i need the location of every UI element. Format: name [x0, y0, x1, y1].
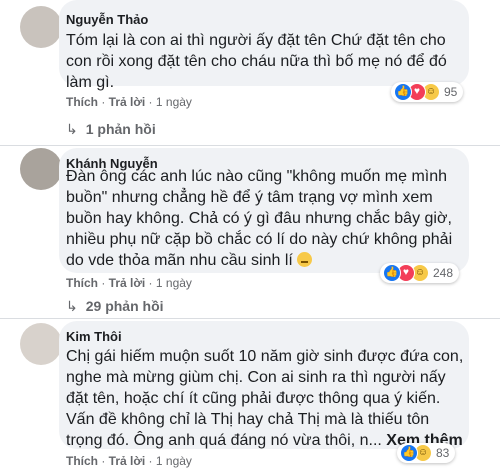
like-link[interactable]: Thích: [66, 276, 98, 290]
reaction-count: 248: [433, 266, 454, 280]
replies-label: 29 phản hồi: [85, 298, 164, 314]
comment-text: Chị gái hiếm muộn suốt 10 năm giờ sinh đ…: [66, 346, 466, 451]
comment-line: buồn" nhưng chẳng hề để ý tâm trạng vợ m…: [66, 189, 433, 206]
comment-3: Kim Thôi Chị gái hiếm muộn suốt 10 năm g…: [0, 319, 500, 468]
comment-line: trọng đó. Ông anh quá đáng nó vừa thôi, …: [66, 432, 382, 449]
view-replies-link[interactable]: ↳ 29 phản hồi: [66, 298, 164, 315]
reaction-summary[interactable]: 👍 ♥ ☺ 95: [391, 82, 464, 102]
avatar[interactable]: [20, 148, 62, 190]
reaction-summary[interactable]: 👍 ☺ 83: [397, 443, 456, 463]
reply-arrow-icon: ↳: [66, 298, 78, 314]
comment-line: Tóm lại là con ai thì người ấy đặt tên C…: [66, 32, 446, 49]
comment-line: Đàn ông các anh lúc nào cũng "không muốn…: [66, 168, 448, 185]
comment-actions: Thích · Trả lời · 1 ngày: [66, 276, 192, 290]
avatar[interactable]: [20, 6, 62, 48]
replies-label: 1 phản hồi: [85, 121, 156, 137]
comment-line: con rồi xong đặt tên cho cháu nữa thì bố…: [66, 53, 447, 70]
comment-author[interactable]: Nguyễn Thảo: [66, 12, 148, 27]
reply-arrow-icon: ↳: [66, 121, 78, 137]
reply-link[interactable]: Trả lời: [109, 95, 146, 109]
like-link[interactable]: Thích: [66, 95, 98, 109]
reaction-count: 95: [444, 85, 458, 99]
comment-line: nghe mà mừng giùm chị. Con ai sinh ra th…: [66, 369, 446, 386]
like-reaction-icon: 👍: [400, 444, 418, 462]
like-link[interactable]: Thích: [66, 454, 98, 468]
reply-link[interactable]: Trả lời: [109, 276, 146, 290]
comment-1: Nguyễn Thảo Tóm lại là con ai thì người …: [0, 0, 500, 145]
comment-line: do vde thỏa mãn nhu cầu sinh lí: [66, 252, 293, 269]
comment-line: đặt tên, hoặc chí ít cũng phải được thôn…: [66, 390, 441, 407]
comment-time[interactable]: 1 ngày: [156, 95, 192, 109]
reaction-summary[interactable]: 👍 ♥ ☺ 248: [380, 263, 460, 283]
like-reaction-icon: 👍: [394, 83, 412, 101]
reaction-count: 83: [436, 446, 450, 460]
comment-line: buồn hay không. Chả có ý gì đâu nhưng ch…: [66, 210, 452, 227]
comment-author[interactable]: Kim Thôi: [66, 329, 122, 344]
comment-time[interactable]: 1 ngày: [156, 276, 192, 290]
comment-actions: Thích · Trả lời · 1 ngày: [66, 95, 192, 109]
comment-line: nhiều phụ nữ cặp bồ chắc có lí do này ch…: [66, 231, 453, 248]
comment-text: Đàn ông các anh lúc nào cũng "không muốn…: [66, 166, 466, 271]
reply-link[interactable]: Trả lời: [109, 454, 146, 468]
view-replies-link[interactable]: ↳ 1 phản hồi: [66, 121, 156, 138]
like-reaction-icon: 👍: [383, 264, 401, 282]
comment-time[interactable]: 1 ngày: [156, 454, 192, 468]
comment-line: Chị gái hiếm muộn suốt 10 năm giờ sinh đ…: [66, 348, 464, 365]
avatar[interactable]: [20, 323, 62, 365]
comment-line: Vấn đề không chỉ là Thị hay chả Thị mà l…: [66, 411, 430, 428]
comment-actions: Thích · Trả lời · 1 ngày: [66, 454, 192, 468]
comment-2: Khánh Nguyễn Đàn ông các anh lúc nào cũn…: [0, 146, 500, 314]
pensive-emoji-icon: [297, 252, 313, 267]
